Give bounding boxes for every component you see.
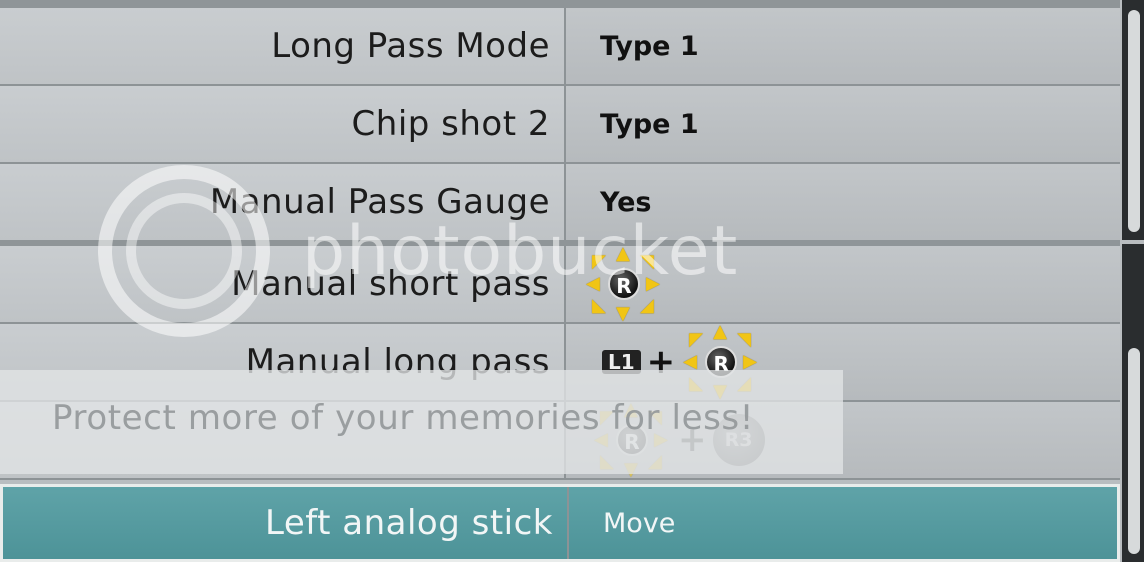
scrollbar-thumb[interactable] [1128, 348, 1140, 554]
row-label: Long Pass Mode [0, 8, 566, 84]
watermark-logo-inner-icon [126, 193, 242, 309]
table-top-border [0, 0, 1120, 8]
row-value: Type 1 [566, 8, 1120, 84]
table-row-long-pass-mode[interactable]: Long Pass Mode Type 1 [0, 8, 1120, 86]
row-label: Chip shot 2 [0, 86, 566, 162]
watermark-brand: photobucket [302, 212, 739, 291]
row-label: Left analog stick [3, 487, 569, 559]
scrollbar-thumb[interactable] [1128, 10, 1140, 232]
table-row-left-analog-stick[interactable]: Left analog stick Move [0, 484, 1120, 562]
table-row-chip-shot-2[interactable]: Chip shot 2 Type 1 [0, 86, 1120, 164]
watermark-banner-text: Protect more of your memories for less! [52, 398, 754, 438]
row-value: Move [569, 487, 1117, 559]
row-value: Type 1 [566, 86, 1120, 162]
